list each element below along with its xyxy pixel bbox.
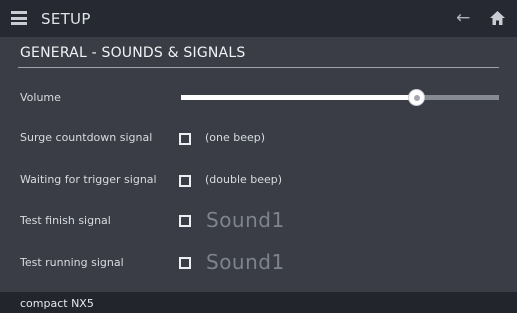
menu-icon[interactable] [11,11,27,25]
title-bar: SETUP ← [0,0,517,37]
test-finish-sound-select[interactable]: Sound1 [206,208,285,232]
arrow-left-icon[interactable]: ← [456,8,470,28]
test-running-label: Test running signal [20,256,124,269]
test-running-checkbox[interactable] [179,257,191,269]
section-divider [18,67,499,68]
test-finish-label: Test finish signal [20,214,111,227]
surge-countdown-checkbox[interactable] [179,133,191,145]
waiting-trigger-hint: (double beep) [205,173,283,186]
surge-countdown-label: Surge countdown signal [20,131,153,144]
volume-label: Volume [20,91,61,104]
test-running-sound-select[interactable]: Sound1 [206,250,285,274]
test-finish-checkbox[interactable] [179,215,191,227]
page-title: SETUP [41,10,91,28]
home-icon[interactable] [489,10,506,26]
device-name: compact NX5 [20,297,94,310]
section-title: GENERAL - SOUNDS & SIGNALS [20,45,246,61]
waiting-trigger-label: Waiting for trigger signal [20,173,157,186]
volume-slider-thumb[interactable] [409,90,425,105]
volume-slider-fill [181,95,417,100]
footer-bar: compact NX5 [0,292,517,313]
waiting-trigger-checkbox[interactable] [179,175,191,187]
surge-countdown-hint: (one beep) [205,131,266,144]
volume-slider[interactable] [181,90,499,105]
